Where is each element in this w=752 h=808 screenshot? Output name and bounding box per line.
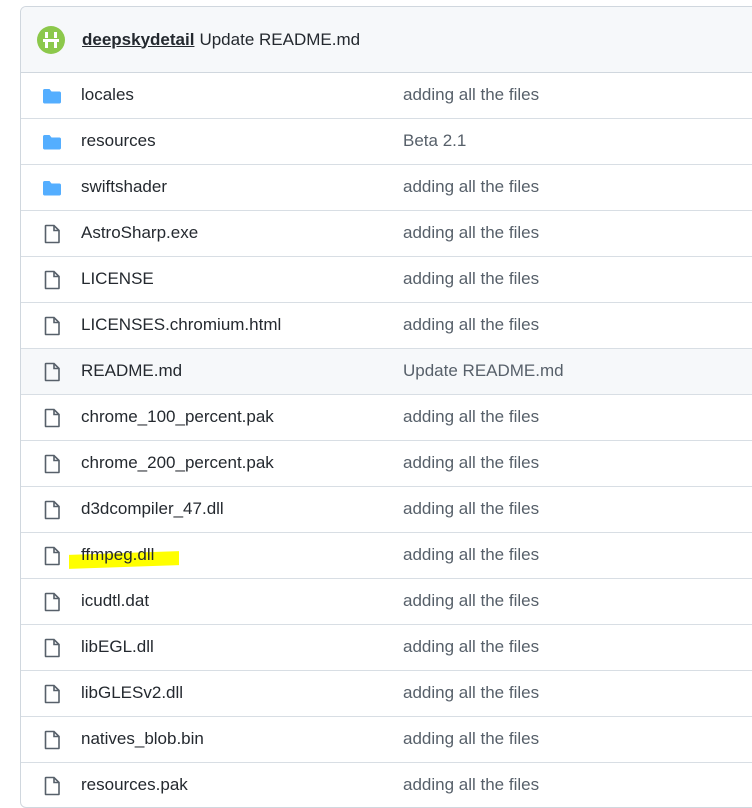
commit-message-link[interactable]: adding all the files <box>403 315 539 335</box>
file-icon <box>41 637 63 659</box>
file-row[interactable]: LICENSE adding all the files <box>21 257 752 303</box>
file-name-link[interactable]: libGLESv2.dll <box>81 683 183 703</box>
file-icon <box>41 775 63 797</box>
file-row[interactable]: AstroSharp.exe adding all the files <box>21 211 752 257</box>
file-name-link[interactable]: AstroSharp.exe <box>81 223 198 243</box>
file-name-link[interactable]: ffmpeg.dll <box>81 545 154 565</box>
file-row[interactable]: LICENSES.chromium.html adding all the fil… <box>21 303 752 349</box>
file-row[interactable]: libGLESv2.dll adding all the files <box>21 671 752 717</box>
file-icon <box>41 453 63 475</box>
file-name-link[interactable]: libEGL.dll <box>81 637 154 657</box>
commit-message-link[interactable]: adding all the files <box>403 223 539 243</box>
file-name-link[interactable]: LICENSES.chromium.html <box>81 315 281 335</box>
file-row[interactable]: ffmpeg.dll adding all the files <box>21 533 752 579</box>
file-row[interactable]: chrome_100_percent.pak adding all the fil… <box>21 395 752 441</box>
file-row[interactable]: chrome_200_percent.pak adding all the fil… <box>21 441 752 487</box>
file-name-link[interactable]: locales <box>81 85 134 105</box>
file-name-link[interactable]: natives_blob.bin <box>81 729 204 749</box>
file-row[interactable]: d3dcompiler_47.dll adding all the files <box>21 487 752 533</box>
file-row[interactable]: locales adding all the files <box>21 73 752 119</box>
file-icon <box>41 591 63 613</box>
commit-message-link[interactable]: adding all the files <box>403 683 539 703</box>
file-name-link[interactable]: LICENSE <box>81 269 154 289</box>
folder-icon <box>41 85 63 107</box>
commit-message-link[interactable]: adding all the files <box>403 453 539 473</box>
folder-icon <box>41 177 63 199</box>
file-icon <box>41 407 63 429</box>
file-row[interactable]: resources.pak adding all the files <box>21 763 752 807</box>
file-name-link[interactable]: d3dcompiler_47.dll <box>81 499 224 519</box>
commit-message-link[interactable]: Update README.md <box>403 361 564 381</box>
file-row[interactable]: icudtl.dat adding all the files <box>21 579 752 625</box>
file-name-link[interactable]: resources.pak <box>81 775 188 795</box>
file-icon <box>41 683 63 705</box>
commit-message-link[interactable]: adding all the files <box>403 269 539 289</box>
file-browser: deepskydetail Update README.md locales ad… <box>20 6 752 808</box>
file-icon <box>41 361 63 383</box>
file-name-link[interactable]: swiftshader <box>81 177 167 197</box>
file-icon <box>41 315 63 337</box>
file-row[interactable]: README.md Update README.md <box>21 349 752 395</box>
file-name-link[interactable]: README.md <box>81 361 182 381</box>
commit-message-link[interactable]: adding all the files <box>403 729 539 749</box>
commit-message-link[interactable]: adding all the files <box>403 499 539 519</box>
commit-message-link[interactable]: adding all the files <box>403 637 539 657</box>
file-icon <box>41 499 63 521</box>
file-icon <box>41 729 63 751</box>
folder-icon <box>41 131 63 153</box>
file-name-link[interactable]: resources <box>81 131 156 151</box>
avatar[interactable] <box>37 25 65 54</box>
commit-author-link[interactable]: deepskydetail <box>82 30 194 50</box>
commit-message-link[interactable]: adding all the files <box>403 177 539 197</box>
commit-message-link[interactable]: adding all the files <box>403 407 539 427</box>
file-list: locales adding all the files resources Beta… <box>21 73 752 807</box>
file-row[interactable]: swiftshader adding all the files <box>21 165 752 211</box>
file-icon <box>41 545 63 567</box>
file-name-link[interactable]: chrome_100_percent.pak <box>81 407 274 427</box>
latest-commit-header: deepskydetail Update README.md <box>21 7 752 73</box>
commit-message-link[interactable]: adding all the files <box>403 545 539 565</box>
file-icon <box>41 223 63 245</box>
file-row[interactable]: libEGL.dll adding all the files <box>21 625 752 671</box>
commit-message-link[interactable]: Beta 2.1 <box>403 131 466 151</box>
file-name-link[interactable]: chrome_200_percent.pak <box>81 453 274 473</box>
file-icon <box>41 269 63 291</box>
file-row[interactable]: natives_blob.bin adding all the files <box>21 717 752 763</box>
commit-message-link[interactable]: adding all the files <box>403 591 539 611</box>
file-row[interactable]: resources Beta 2.1 <box>21 119 752 165</box>
file-name-link[interactable]: icudtl.dat <box>81 591 149 611</box>
commit-message-link[interactable]: Update README.md <box>199 30 360 50</box>
commit-message-link[interactable]: adding all the files <box>403 775 539 795</box>
commit-message-link[interactable]: adding all the files <box>403 85 539 105</box>
